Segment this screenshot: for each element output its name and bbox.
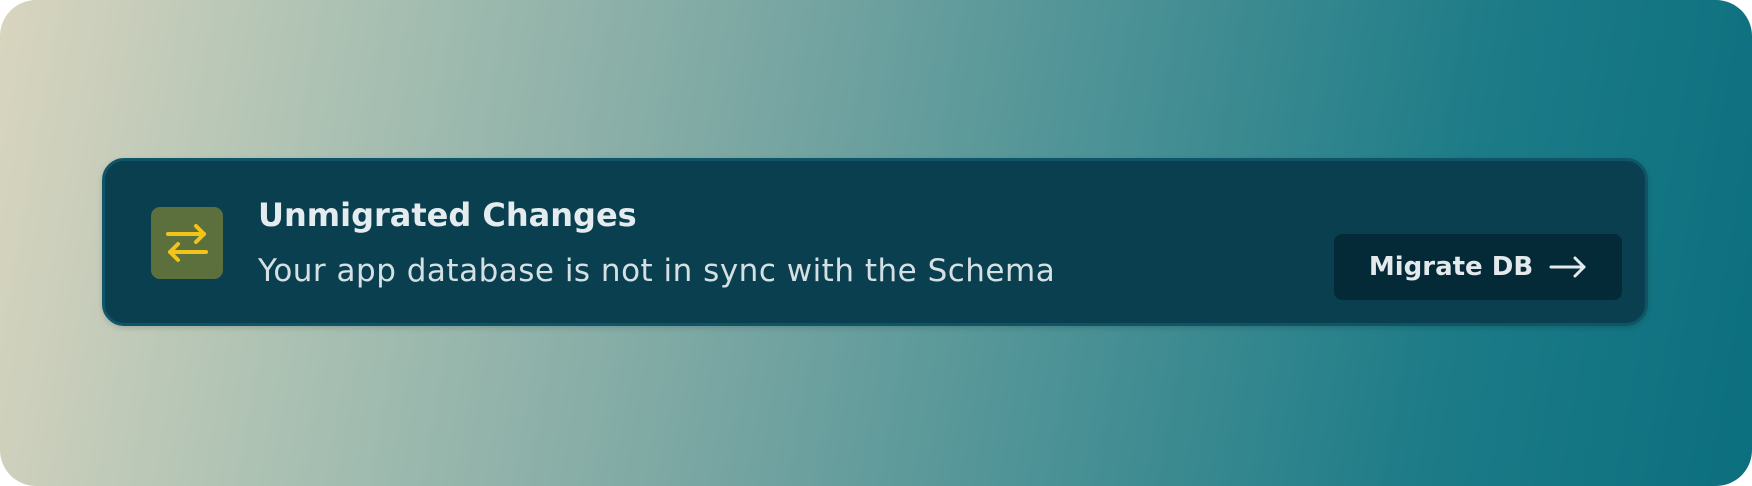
arrow-right-icon (1549, 255, 1587, 279)
banner-title: Unmigrated Changes (258, 196, 637, 234)
background-canvas: Unmigrated Changes Your app database is … (0, 0, 1752, 486)
swap-arrows-icon (151, 207, 223, 279)
migrate-db-button[interactable]: Migrate DB (1334, 234, 1622, 300)
banner-message: Your app database is not in sync with th… (258, 253, 1056, 289)
unmigrated-changes-banner: Unmigrated Changes Your app database is … (102, 158, 1648, 326)
migrate-db-label: Migrate DB (1368, 252, 1534, 282)
